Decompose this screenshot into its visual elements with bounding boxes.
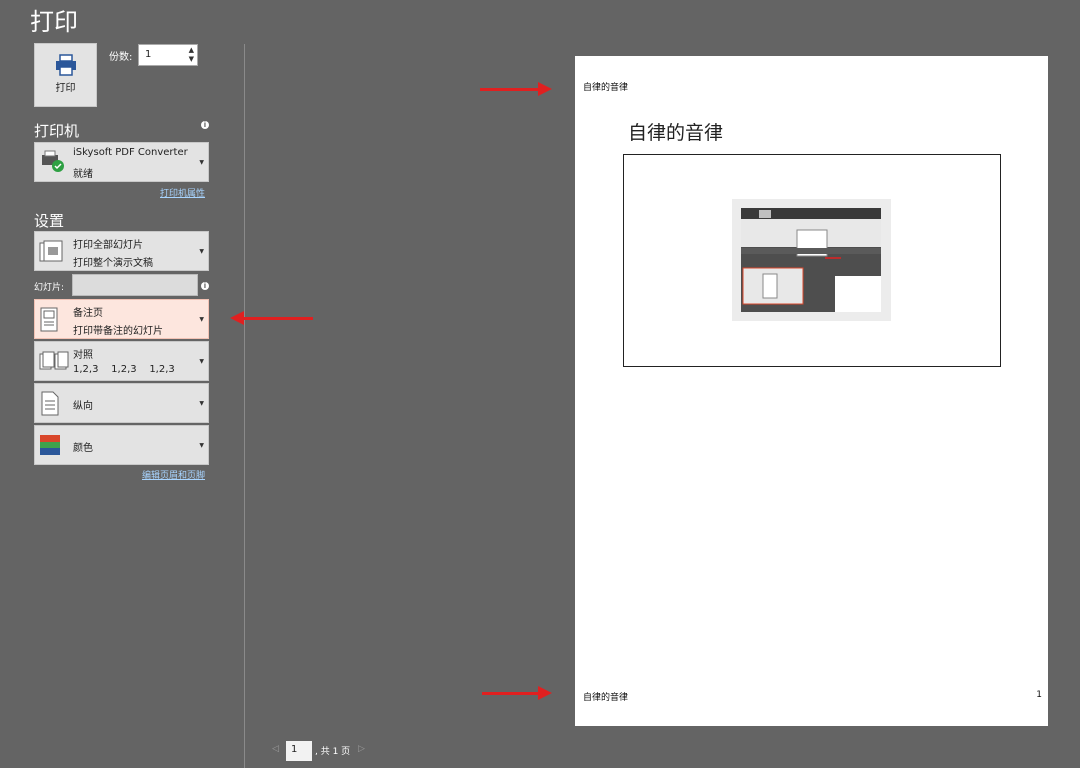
chevron-down-icon: ▼ — [199, 358, 204, 365]
next-page-icon[interactable]: ▷ — [358, 744, 365, 754]
slide-title: 自律的音律 — [628, 122, 724, 144]
printer-select[interactable]: iSkysoft PDF Converter 就绪 ▼ — [34, 142, 209, 182]
previous-page-icon[interactable]: ◁ — [272, 744, 279, 754]
print-button-label: 打印 — [55, 83, 76, 94]
annotation-arrow — [480, 88, 540, 91]
collate-line2: 1,2,3 1,2,3 1,2,3 — [73, 364, 175, 375]
panel-divider — [244, 44, 245, 768]
color-icon — [40, 435, 60, 455]
settings-heading: 设置 — [34, 212, 65, 230]
print-preview-page: 自律的音律 自律的音律 自律的音律 1 — [575, 56, 1048, 726]
screenshot-image — [741, 208, 881, 312]
copies-label: 份数: — [109, 52, 133, 63]
info-icon[interactable]: i — [201, 121, 209, 129]
notes-page-icon — [40, 307, 58, 332]
collate-line1: 对照 — [73, 350, 93, 361]
chevron-down-icon: ▼ — [199, 248, 204, 255]
slides-label: 幻灯片: — [34, 283, 65, 293]
arrow-right-icon — [538, 82, 552, 96]
chevron-down-icon: ▼ — [199, 316, 204, 323]
print-button[interactable]: 打印 — [34, 43, 97, 107]
chevron-down-icon: ▼ — [199, 442, 204, 449]
arrow-right-icon — [538, 686, 552, 700]
page-footer: 自律的音律 — [583, 693, 629, 703]
chevron-down-icon: ▼ — [199, 159, 204, 166]
print-range-line1: 打印全部幻灯片 — [73, 240, 143, 251]
page-number: 1 — [1036, 690, 1042, 700]
layout-select[interactable]: 备注页 打印带备注的幻灯片 ▼ — [34, 299, 209, 339]
printer-name: iSkysoft PDF Converter — [73, 147, 188, 158]
printer-properties-link[interactable]: 打印机属性 — [160, 186, 205, 199]
slide-thumbnail — [732, 199, 891, 321]
chevron-down-icon: ▼ — [199, 400, 204, 407]
annotation-arrow — [482, 692, 540, 695]
orientation-label: 纵向 — [73, 401, 93, 412]
info-icon[interactable]: i — [201, 282, 209, 290]
printer-heading: 打印机 — [34, 122, 80, 140]
portrait-icon — [41, 391, 59, 416]
color-select[interactable]: 颜色 ▼ — [34, 425, 209, 465]
slides-input[interactable] — [72, 274, 198, 296]
page-total: , 共 1 页 — [315, 747, 351, 757]
annotation-arrow — [243, 317, 313, 320]
current-page-input[interactable]: 1 — [286, 741, 312, 761]
printer-icon — [56, 54, 76, 76]
print-range-line2: 打印整个演示文稿 — [73, 258, 153, 269]
slides-stack-icon — [39, 240, 63, 262]
copies-input[interactable]: 1 ▲ ▼ — [138, 44, 198, 66]
page-title: 打印 — [30, 8, 78, 36]
printer-status: 就绪 — [73, 169, 93, 180]
layout-line1: 备注页 — [73, 308, 103, 319]
copies-spinner[interactable]: ▲ ▼ — [189, 46, 194, 64]
layout-line2: 打印带备注的幻灯片 — [73, 326, 163, 337]
arrow-left-icon — [230, 311, 244, 325]
page-header: 自律的音律 — [583, 83, 629, 93]
collate-icon — [39, 351, 69, 370]
orientation-select[interactable]: 纵向 ▼ — [34, 383, 209, 423]
edit-header-footer-link[interactable]: 编辑页眉和页脚 — [142, 468, 205, 481]
collate-select[interactable]: 对照 1,2,3 1,2,3 1,2,3 ▼ — [34, 341, 209, 381]
printer-status-icon — [42, 150, 64, 172]
copies-value: 1 — [145, 49, 152, 60]
color-label: 颜色 — [73, 443, 93, 454]
print-range-select[interactable]: 打印全部幻灯片 打印整个演示文稿 ▼ — [34, 231, 209, 271]
slide-frame — [623, 154, 1001, 367]
